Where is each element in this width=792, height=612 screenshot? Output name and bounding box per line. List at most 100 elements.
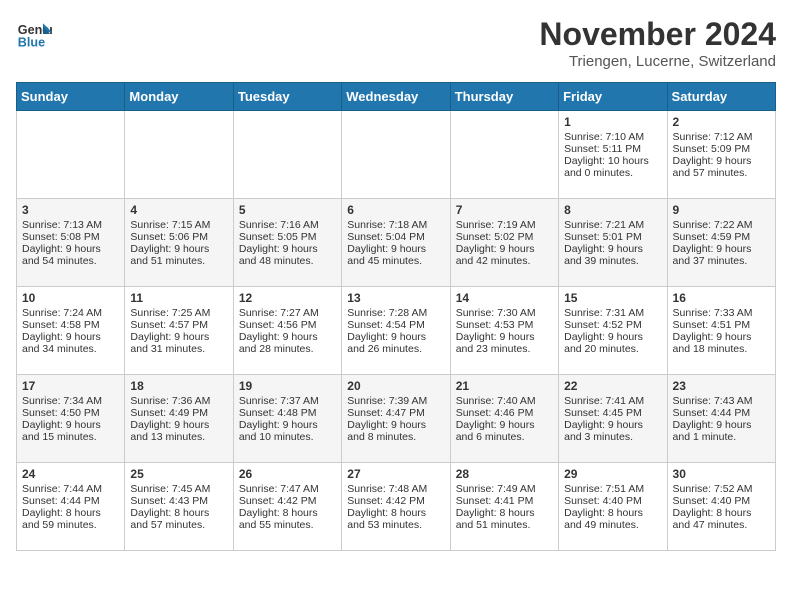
weekday-header-sunday: Sunday [17, 83, 125, 111]
day-info: Sunrise: 7:48 AM [347, 483, 444, 495]
day-info: Sunrise: 7:52 AM [673, 483, 770, 495]
day-info: and 23 minutes. [456, 343, 553, 355]
day-info: and 45 minutes. [347, 255, 444, 267]
day-info: Sunset: 5:01 PM [564, 231, 661, 243]
calendar-cell: 9Sunrise: 7:22 AMSunset: 4:59 PMDaylight… [667, 199, 775, 287]
day-info: Sunrise: 7:25 AM [130, 307, 227, 319]
day-info: Daylight: 9 hours [564, 419, 661, 431]
day-number: 7 [456, 203, 553, 217]
day-info: and 13 minutes. [130, 431, 227, 443]
day-number: 3 [22, 203, 119, 217]
day-info: Sunset: 4:40 PM [564, 495, 661, 507]
day-info: Daylight: 9 hours [456, 243, 553, 255]
day-info: Sunset: 5:05 PM [239, 231, 336, 243]
day-info: Sunset: 4:56 PM [239, 319, 336, 331]
day-info: Sunset: 4:48 PM [239, 407, 336, 419]
day-info: Sunrise: 7:18 AM [347, 219, 444, 231]
day-info: Sunset: 4:54 PM [347, 319, 444, 331]
day-number: 15 [564, 291, 661, 305]
day-info: Daylight: 9 hours [673, 419, 770, 431]
day-info: Daylight: 9 hours [239, 331, 336, 343]
day-info: Sunset: 4:50 PM [22, 407, 119, 419]
logo: General Blue [16, 16, 52, 52]
calendar-cell: 7Sunrise: 7:19 AMSunset: 5:02 PMDaylight… [450, 199, 558, 287]
day-info: Daylight: 9 hours [564, 243, 661, 255]
logo-icon: General Blue [16, 16, 52, 52]
day-info: Sunset: 4:41 PM [456, 495, 553, 507]
day-info: Sunrise: 7:16 AM [239, 219, 336, 231]
calendar-cell: 11Sunrise: 7:25 AMSunset: 4:57 PMDayligh… [125, 287, 233, 375]
day-info: and 20 minutes. [564, 343, 661, 355]
calendar-cell: 15Sunrise: 7:31 AMSunset: 4:52 PMDayligh… [559, 287, 667, 375]
day-info: Sunset: 5:08 PM [22, 231, 119, 243]
day-info: Sunset: 4:52 PM [564, 319, 661, 331]
day-info: and 0 minutes. [564, 167, 661, 179]
day-number: 14 [456, 291, 553, 305]
day-info: Sunset: 5:06 PM [130, 231, 227, 243]
calendar-cell: 17Sunrise: 7:34 AMSunset: 4:50 PMDayligh… [17, 375, 125, 463]
day-info: and 15 minutes. [22, 431, 119, 443]
day-number: 29 [564, 467, 661, 481]
day-info: Sunset: 4:44 PM [22, 495, 119, 507]
day-info: Sunrise: 7:21 AM [564, 219, 661, 231]
day-info: Sunrise: 7:10 AM [564, 131, 661, 143]
calendar-cell: 13 Sunrise: 7:28 AMSunset: 4:54 PMDayligh… [342, 287, 450, 375]
day-number: 23 [673, 379, 770, 393]
day-info: and 48 minutes. [239, 255, 336, 267]
day-info: Sunset: 5:04 PM [347, 231, 444, 243]
calendar-cell: 29Sunrise: 7:51 AMSunset: 4:40 PMDayligh… [559, 463, 667, 551]
day-info: and 54 minutes. [22, 255, 119, 267]
day-info: Sunset: 4:51 PM [673, 319, 770, 331]
day-number: 9 [673, 203, 770, 217]
day-number: 13 [347, 291, 444, 305]
day-number: 17 [22, 379, 119, 393]
day-info: and 51 minutes. [456, 519, 553, 531]
day-info: Sunset: 5:09 PM [673, 143, 770, 155]
day-info: Sunset: 4:53 PM [456, 319, 553, 331]
day-info: Sunrise: 7:27 AM [239, 307, 336, 319]
day-info: Sunrise: 7:30 AM [456, 307, 553, 319]
day-info: Daylight: 9 hours [130, 331, 227, 343]
day-info: and 37 minutes. [673, 255, 770, 267]
day-info: Sunset: 4:44 PM [673, 407, 770, 419]
day-info: Daylight: 8 hours [673, 507, 770, 519]
day-info: Daylight: 9 hours [22, 243, 119, 255]
calendar-cell: 2Sunrise: 7:12 AMSunset: 5:09 PMDaylight… [667, 111, 775, 199]
day-info: Sunrise: 7:28 AM [347, 307, 444, 319]
day-info: Daylight: 10 hours [564, 155, 661, 167]
day-number: 5 [239, 203, 336, 217]
calendar-cell [233, 111, 341, 199]
week-row-1: 1Sunrise: 7:10 AMSunset: 5:11 PMDaylight… [17, 111, 776, 199]
calendar-cell: 4Sunrise: 7:15 AMSunset: 5:06 PMDaylight… [125, 199, 233, 287]
day-number: 10 [22, 291, 119, 305]
day-info: and 8 minutes. [347, 431, 444, 443]
day-info: and 47 minutes. [673, 519, 770, 531]
calendar-cell: 18Sunrise: 7:36 AMSunset: 4:49 PMDayligh… [125, 375, 233, 463]
day-number: 25 [130, 467, 227, 481]
day-info: Sunrise: 7:49 AM [456, 483, 553, 495]
calendar-cell: 5Sunrise: 7:16 AMSunset: 5:05 PMDaylight… [233, 199, 341, 287]
day-number: 8 [564, 203, 661, 217]
day-info: Sunrise: 7:12 AM [673, 131, 770, 143]
day-info: Sunrise: 7:24 AM [22, 307, 119, 319]
day-number: 6 [347, 203, 444, 217]
calendar-cell: 8 Sunrise: 7:21 AMSunset: 5:01 PMDaylight… [559, 199, 667, 287]
day-info: Sunrise: 7:40 AM [456, 395, 553, 407]
calendar-cell: 12Sunrise: 7:27 AMSunset: 4:56 PMDayligh… [233, 287, 341, 375]
calendar-cell [342, 111, 450, 199]
day-info: Daylight: 9 hours [347, 419, 444, 431]
day-info: and 49 minutes. [564, 519, 661, 531]
day-info: Sunset: 4:42 PM [347, 495, 444, 507]
weekday-header-wednesday: Wednesday [342, 83, 450, 111]
day-info: Daylight: 9 hours [673, 155, 770, 167]
day-info: and 10 minutes. [239, 431, 336, 443]
week-row-2: 3Sunrise: 7:13 AMSunset: 5:08 PMDaylight… [17, 199, 776, 287]
day-info: Sunrise: 7:39 AM [347, 395, 444, 407]
day-info: Sunset: 4:42 PM [239, 495, 336, 507]
day-info: Daylight: 9 hours [456, 331, 553, 343]
day-info: Sunset: 4:57 PM [130, 319, 227, 331]
day-info: Daylight: 9 hours [347, 331, 444, 343]
header: General Blue November 2024 Triengen, Luc… [16, 16, 776, 70]
day-info: Sunset: 4:46 PM [456, 407, 553, 419]
calendar-cell [450, 111, 558, 199]
